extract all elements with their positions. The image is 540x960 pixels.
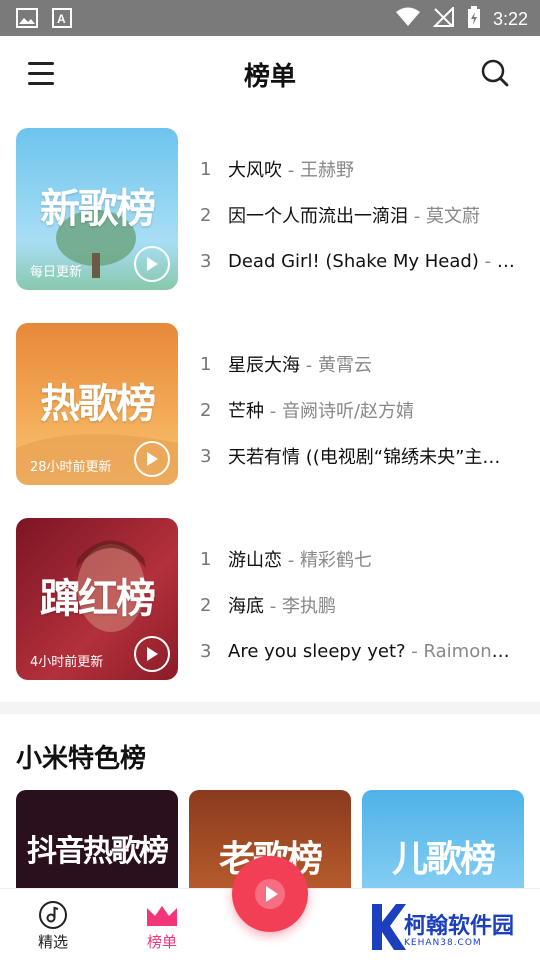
update-label: 4小时前更新 [30,655,104,670]
song-name: 星辰大海 [228,355,300,376]
song-index: 1 [200,158,212,180]
song-name: Are you sleepy yet? [228,640,406,662]
song-item[interactable]: 1 星辰大海 - 黄霄云 [200,341,520,387]
song-artist: 精彩鹤七 [299,550,372,571]
song-index: 2 [200,204,212,226]
rank-card-rising[interactable]: 蹿红榜 4小时前更新 1 游山恋 - 精彩鹤七 2 海底 - 李执鹏 3 Are… [0,518,540,698]
watermark: 柯翰软件园 KEHAN38.COM [362,896,540,960]
song-item[interactable]: 3 Are you sleepy yet? - Raimond… [200,628,520,674]
song-artist: Raimond… [423,640,520,662]
song-item[interactable]: 2 因一个人而流出一滴泪 - 莫文蔚 [200,192,520,238]
song-index: 3 [200,445,212,467]
rank-cover[interactable]: 热歌榜 28小时前更新 [16,323,178,485]
nav-label: 精选 [37,933,68,951]
song-item[interactable]: 2 海底 - 李执鹏 [200,582,520,628]
svg-text:A: A [57,12,66,26]
song-list: 1 游山恋 - 精彩鹤七 2 海底 - 李执鹏 3 Are you sleepy… [200,536,520,674]
rank-card-new[interactable]: 新歌榜 每日更新 1 大风吹 - 王赫野 2 因一个人而流出一滴泪 - 莫文蔚 … [0,128,540,308]
song-name: 大风吹 [228,160,282,181]
music-disc-icon [18,899,88,931]
battery-icon [467,6,481,32]
song-item[interactable]: 3 天若有情 ((电视剧“锦绣未央”主… [200,433,520,479]
image-icon [16,8,38,32]
status-bar: A 3:22 [0,0,540,36]
song-item[interactable]: 1 大风吹 - 王赫野 [200,146,520,192]
song-index: 3 [200,250,212,272]
rank-cover[interactable]: 蹿红榜 4小时前更新 [16,518,178,680]
song-artist: 莫文蔚 [425,206,480,227]
section-divider [0,702,540,714]
status-time: 3:22 [492,8,528,29]
nav-item-charts[interactable]: 榜单 [127,899,197,952]
update-label: 每日更新 [30,265,83,280]
rank-cover[interactable]: 新歌榜 每日更新 [16,128,178,290]
font-icon: A [52,8,72,32]
app-bar: 榜单 [0,36,540,112]
search-icon[interactable] [480,58,512,90]
cover-title: 蹿红榜 [40,576,156,622]
play-icon [255,879,285,909]
no-signal-icon [432,5,455,31]
page-title: 榜单 [243,62,296,92]
song-artist: 王赫野 [299,160,354,181]
song-name: Dead Girl! (Shake My Head) [228,250,479,272]
song-artist: 李执鹏 [281,596,336,617]
play-icon[interactable] [134,441,170,477]
nav-label: 榜单 [146,933,177,951]
song-list: 1 星辰大海 - 黄霄云 2 芒种 - 音阙诗听/赵方婧 3 天若有情 ((电视… [200,341,520,479]
update-label: 28小时前更新 [30,460,112,475]
crown-icon [127,899,197,931]
song-index: 3 [200,640,212,662]
rank-card-hot[interactable]: 热歌榜 28小时前更新 1 星辰大海 - 黄霄云 2 芒种 - 音阙诗听/赵方婧… [0,323,540,503]
play-icon[interactable] [134,636,170,672]
song-index: 1 [200,353,212,375]
song-artist: 音阙诗听/赵方婧 [281,401,415,422]
now-playing-button[interactable] [232,856,308,932]
wifi-icon [395,7,421,31]
song-name: 因一个人而流出一滴泪 [228,206,408,227]
song-index: 2 [200,399,212,421]
play-icon[interactable] [134,246,170,282]
song-index: 1 [200,548,212,570]
special-chart-title: 抖音热歌榜 [27,834,169,869]
song-index: 2 [200,594,212,616]
watermark-sub: KEHAN38.COM [404,938,482,948]
section-title: 小米特色榜 [16,744,147,774]
song-name: 游山恋 [228,550,282,571]
nav-item-featured[interactable]: 精选 [18,899,88,952]
song-list: 1 大风吹 - 王赫野 2 因一个人而流出一滴泪 - 莫文蔚 3 Dead Gi… [200,146,520,284]
song-artist: 黄霄云 [317,355,372,376]
song-item[interactable]: 3 Dead Girl! (Shake My Head) - A… [200,238,520,284]
cover-title: 新歌榜 [40,186,156,232]
watermark-text: 柯翰软件园 [404,914,515,939]
song-item[interactable]: 1 游山恋 - 精彩鹤七 [200,536,520,582]
song-name: 天若有情 ((电视剧“锦绣未央”主… [228,447,501,468]
cover-title: 热歌榜 [40,381,156,427]
song-name: 芒种 [228,401,264,422]
special-chart-title: 儿歌榜 [391,839,496,880]
song-name: 海底 [228,596,264,617]
watermark-logo [372,904,406,950]
song-item[interactable]: 2 芒种 - 音阙诗听/赵方婧 [200,387,520,433]
